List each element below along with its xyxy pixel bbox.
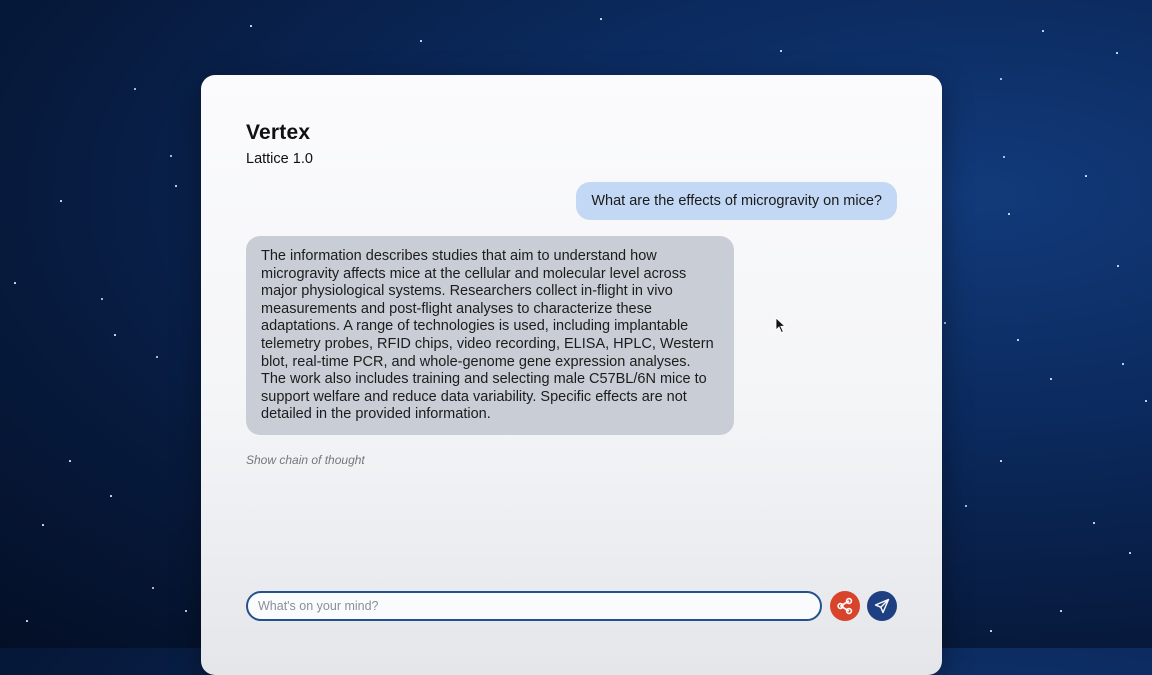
paper-plane-icon	[874, 598, 890, 614]
send-button[interactable]	[867, 591, 897, 621]
chat-panel: Vertex Lattice 1.0 What are the effects …	[201, 75, 942, 675]
assistant-message-bubble: The information describes studies that a…	[246, 236, 734, 435]
app-title: Vertex	[246, 121, 311, 144]
share-button[interactable]	[830, 591, 860, 621]
model-version-label: Lattice 1.0	[246, 151, 313, 167]
user-message-bubble: What are the effects of microgravity on …	[576, 182, 897, 220]
message-input[interactable]	[248, 593, 820, 619]
message-input-container	[246, 591, 822, 621]
show-chain-of-thought-link[interactable]: Show chain of thought	[246, 453, 365, 467]
mouse-cursor-icon	[775, 317, 787, 334]
share-graph-icon	[837, 597, 853, 615]
